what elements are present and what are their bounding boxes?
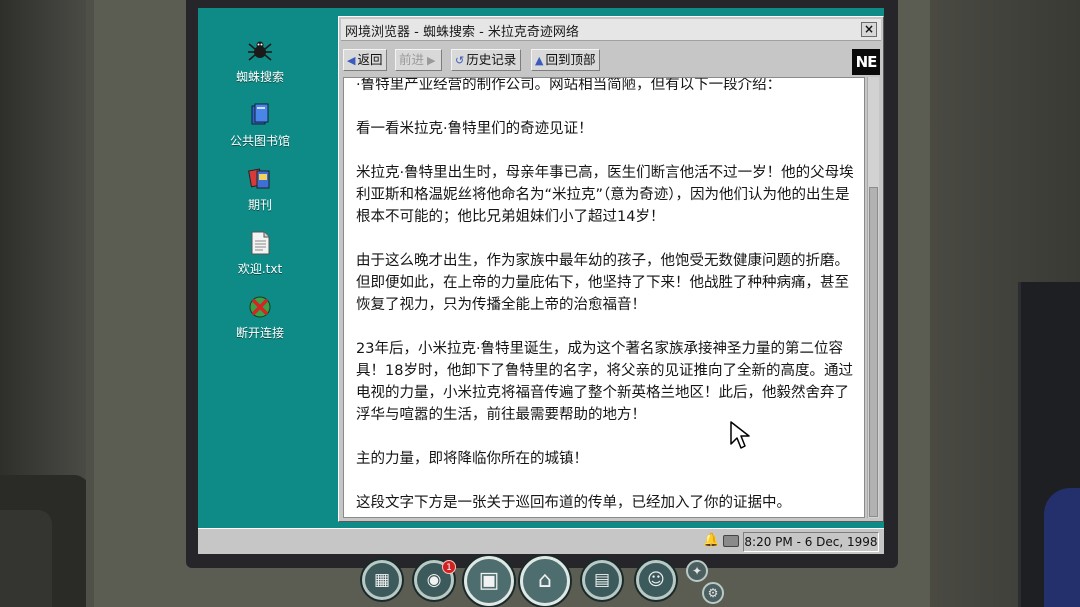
paragraph: 看一看米拉克·鲁特里们的奇迹见证！ <box>356 121 593 137</box>
paragraph: 主的力量，即将降临你所在的城镇！ <box>356 451 588 467</box>
arrow-left-icon: ◀ <box>347 54 356 67</box>
paragraph: 这段文字下方是一张关于巡回布道的传单，已经加入了你的证据中。 <box>356 495 791 511</box>
page-text: ·鲁特里产业经营的制作公司。网站相当简陋，但有以下一段介绍： 看一看米拉克·鲁特… <box>356 77 854 517</box>
scrollbar-thumb[interactable] <box>869 187 878 517</box>
clock: 8:20 PM - 6 Dec, 1998 <box>743 532 879 552</box>
gear-icon: ⚙ <box>707 586 719 600</box>
back-label: 返回 <box>357 52 383 67</box>
books-icon <box>251 103 269 125</box>
desktop-icon-label: 期刊 <box>247 198 272 212</box>
desktop-icon-label: 蜘蛛搜索 <box>235 70 284 84</box>
chat-button[interactable]: ☺ <box>636 560 676 600</box>
desktop-icon-public-library[interactable]: 公共图书馆 <box>218 102 302 149</box>
vertical-scrollbar[interactable] <box>867 77 879 518</box>
home-button[interactable]: ⌂ <box>520 556 570 606</box>
left-desk-device-panel <box>0 510 52 607</box>
close-icon: × <box>863 22 875 36</box>
paragraph: 米拉克·鲁特里出生时，母亲年事已高，医生们断言他活不过一岁！他的父母埃利亚斯和格… <box>356 165 854 225</box>
bell-icon[interactable]: 🔔 <box>703 533 719 549</box>
system-tray: 🔔 8:20 PM - 6 Dec, 1998 <box>703 532 879 552</box>
drive-icon[interactable] <box>723 535 739 547</box>
forward-button[interactable]: 前进 ▶ <box>395 49 443 71</box>
journal-icon: ▤ <box>593 570 611 590</box>
desktop-icon-label: 断开连接 <box>235 326 284 340</box>
paragraph: ·鲁特里产业经营的制作公司。网站相当简陋，但有以下一段介绍： <box>356 77 782 93</box>
mouse-cursor-icon <box>730 421 750 449</box>
desktop-icon-label: 欢迎.txt <box>237 262 283 276</box>
suspects-icon: ◉ <box>426 570 442 590</box>
desktop-icon-disconnect[interactable]: 断开连接 <box>218 294 302 341</box>
controller-icon[interactable]: ✦ <box>686 560 708 582</box>
notification-badge: 1 <box>442 560 456 574</box>
spider-icon <box>248 41 272 61</box>
settings-button[interactable]: ⚙ <box>702 582 724 604</box>
right-blue-object <box>1044 488 1080 607</box>
evidence-board-icon: ▦ <box>373 570 391 590</box>
computer-button[interactable]: ▣ <box>464 556 514 606</box>
evidence-board-button[interactable]: ▦ <box>362 560 402 600</box>
back-to-top-button[interactable]: ▲ 回到顶部 <box>531 49 601 71</box>
magazine-icon <box>248 168 270 189</box>
journal-button[interactable]: ▤ <box>582 560 622 600</box>
paragraph: 由于这么晚才出生，作为家族中最年幼的孩子，他饱受无数健康问题的折磨。但即便如此，… <box>356 253 849 313</box>
arrow-up-icon: ▲ <box>535 54 544 67</box>
history-label: 历史记录 <box>466 52 517 67</box>
close-button[interactable]: × <box>861 22 877 37</box>
netexplorer-logo: NE <box>852 49 880 75</box>
disconnect-icon <box>249 296 271 318</box>
chat-icon: ☺ <box>647 570 665 590</box>
desktop-icon-label: 公共图书馆 <box>229 134 290 148</box>
computer-icon: ▣ <box>478 568 500 593</box>
window-title: 网境浏览器 - 蜘蛛搜索 - 米拉克奇迹网络 <box>345 25 579 40</box>
history-icon: ↺ <box>455 54 465 67</box>
browser-titlebar[interactable]: 网境浏览器 - 蜘蛛搜索 - 米拉克奇迹网络 × <box>341 19 881 41</box>
desktop-screen: 蜘蛛搜索 公共图书馆 期刊 欢迎.txt 断开连接 网境浏览器 - 蜘蛛搜索 -… <box>198 8 884 554</box>
desktop-icon-spider-search[interactable]: 蜘蛛搜索 <box>218 38 302 85</box>
taskbar: 🔔 8:20 PM - 6 Dec, 1998 <box>198 528 884 554</box>
desktop-icon-journals[interactable]: 期刊 <box>218 166 302 213</box>
forward-label: 前进 <box>399 52 425 67</box>
desktop-icon-welcome-txt[interactable]: 欢迎.txt <box>218 230 302 277</box>
arrow-right-icon: ▶ <box>427 54 436 67</box>
text-file-icon <box>251 231 270 255</box>
back-to-top-label: 回到顶部 <box>545 52 596 67</box>
game-dock: ▦ ◉ ▣ ⌂ ▤ ☺ ✦ ⚙ <box>360 556 730 607</box>
browser-window[interactable]: 网境浏览器 - 蜘蛛搜索 - 米拉克奇迹网络 × ◀ 返回 前进 ▶ ↺ 历史记录 ▲… <box>338 16 884 522</box>
back-button[interactable]: ◀ 返回 <box>343 49 388 71</box>
page-content[interactable]: ·鲁特里产业经营的制作公司。网站相当简陋，但有以下一段介绍： 看一看米拉克·鲁特… <box>343 77 865 518</box>
home-icon: ⌂ <box>538 568 552 593</box>
history-button[interactable]: ↺ 历史记录 <box>451 49 522 71</box>
browser-toolbar: ◀ 返回 前进 ▶ ↺ 历史记录 ▲ 回到顶部 NE <box>341 45 881 75</box>
paragraph: 23年后，小米拉克·鲁特里诞生，成为这个著名家族承接神圣力量的第二位容具！18岁… <box>356 341 853 423</box>
